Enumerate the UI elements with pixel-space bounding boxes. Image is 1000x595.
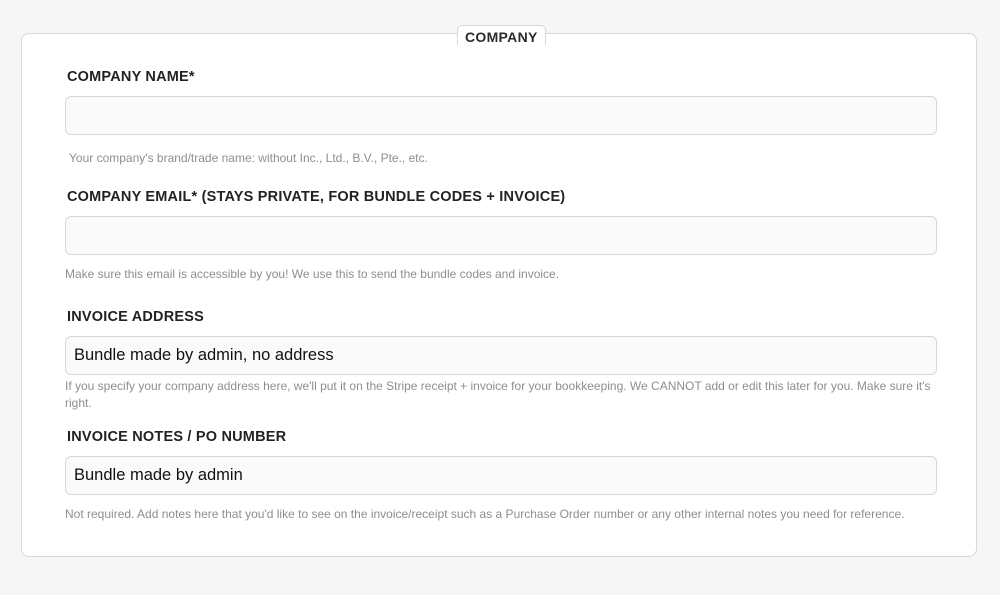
company-email-field: COMPANY EMAIL* (STAYS PRIVATE, FOR BUNDL… [65,188,937,283]
invoice-address-label: INVOICE ADDRESS [67,309,205,325]
company-name-field: COMPANY NAME* Your company's brand/trade… [65,68,937,167]
company-section: COMPANY COMPANY NAME* Your company's bra… [21,25,977,557]
section-title: COMPANY [457,25,546,45]
company-name-input[interactable] [65,96,937,135]
company-name-label: COMPANY NAME* [67,69,195,85]
company-email-help: Make sure this email is accessible by yo… [65,267,560,281]
invoice-notes-help: Not required. Add notes here that you'd … [65,507,905,521]
invoice-notes-label: INVOICE NOTES / PO NUMBER [67,429,287,445]
invoice-notes-input[interactable] [65,456,937,495]
company-email-label: COMPANY EMAIL* (STAYS PRIVATE, FOR BUNDL… [67,189,566,205]
invoice-address-input[interactable] [65,336,937,375]
company-email-input[interactable] [65,216,937,255]
invoice-address-field: INVOICE ADDRESS If you specify your comp… [65,308,937,412]
company-name-help: Your company's brand/trade name: without… [69,151,428,165]
invoice-notes-field: INVOICE NOTES / PO NUMBER Not required. … [65,428,937,523]
invoice-address-help: If you specify your company address here… [65,379,931,410]
